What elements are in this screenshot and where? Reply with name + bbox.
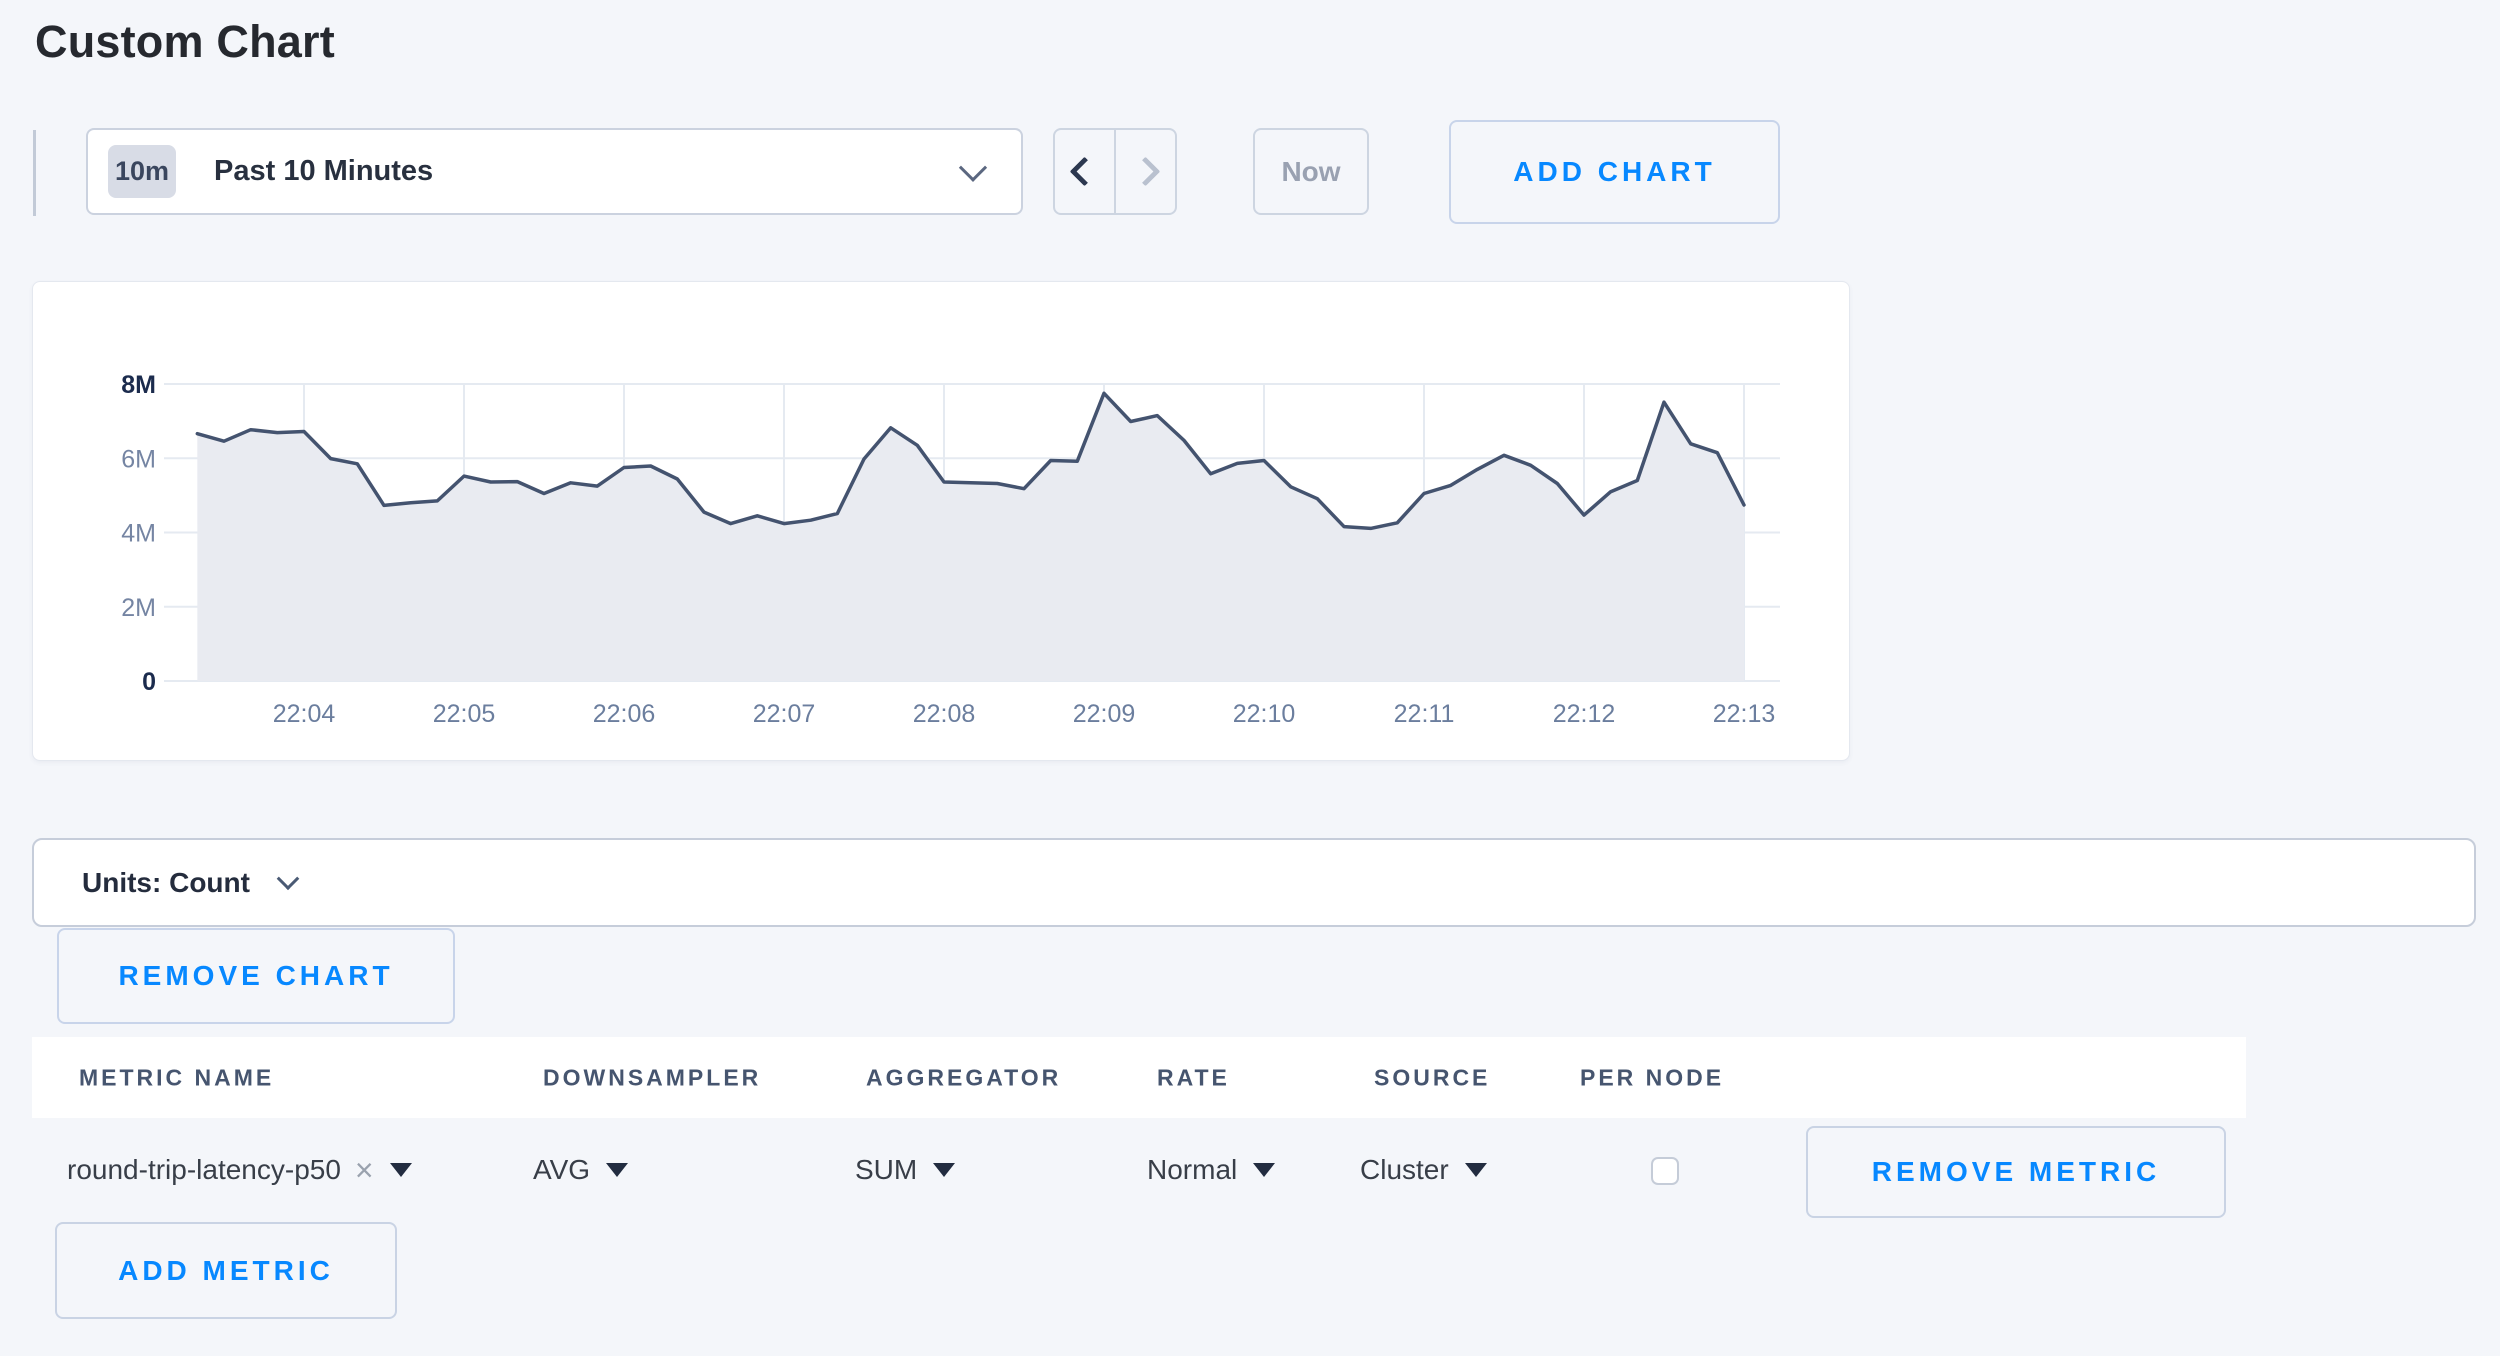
time-step-controls <box>1053 128 1177 215</box>
dropdown-arrow-icon <box>1465 1163 1487 1177</box>
downsampler-select[interactable]: AVG <box>533 1154 628 1186</box>
x-axis-tick: 22:07 <box>753 700 816 728</box>
time-next-button[interactable] <box>1114 130 1175 213</box>
y-axis-tick: 6M <box>121 445 156 473</box>
y-axis-tick: 8M <box>121 371 156 399</box>
now-button[interactable]: Now <box>1253 128 1369 215</box>
timeseries-chart[interactable]: 8M 6M 4M 2M 0 22:04 22:05 22:06 22:07 22:08 22:09 2… <box>33 282 1849 760</box>
dropdown-arrow-icon <box>1253 1163 1275 1177</box>
chevron-left-icon <box>1070 157 1100 187</box>
add-chart-button[interactable]: ADD CHART <box>1449 120 1780 224</box>
x-axis-tick: 22:08 <box>913 700 976 728</box>
source-select[interactable]: Cluster <box>1360 1154 1487 1186</box>
chevron-right-icon <box>1131 157 1161 187</box>
chart-card: 8M 6M 4M 2M 0 22:04 22:05 22:06 22:07 22:08 22:09 2… <box>32 281 1850 761</box>
metric-name-value: round-trip-latency-p50 <box>67 1154 341 1186</box>
time-prev-button[interactable] <box>1055 130 1114 213</box>
toolbar-divider <box>33 130 36 216</box>
remove-metric-button[interactable]: REMOVE METRIC <box>1806 1126 2226 1218</box>
metrics-table-header: METRIC NAME DOWNSAMPLER AGGREGATOR RATE … <box>32 1037 2246 1118</box>
y-axis-tick: 0 <box>142 668 156 696</box>
series-area <box>197 393 1744 681</box>
metric-name-select[interactable]: round-trip-latency-p50 × <box>67 1154 412 1186</box>
time-range-label: Past 10 Minutes <box>214 155 433 188</box>
rate-select[interactable]: Normal <box>1147 1154 1275 1186</box>
x-axis-tick: 22:13 <box>1713 700 1776 728</box>
add-metric-button[interactable]: ADD METRIC <box>55 1222 397 1319</box>
downsampler-value: AVG <box>533 1154 590 1186</box>
column-header-downsampler: DOWNSAMPLER <box>543 1064 761 1091</box>
x-axis-tick: 22:05 <box>433 700 496 728</box>
dropdown-arrow-icon <box>390 1163 412 1177</box>
aggregator-select[interactable]: SUM <box>855 1154 955 1186</box>
y-axis-tick: 2M <box>121 594 156 622</box>
clear-metric-icon[interactable]: × <box>355 1154 374 1186</box>
x-axis-tick: 22:04 <box>273 700 336 728</box>
units-dropdown[interactable]: Units: Count <box>32 838 2476 927</box>
chevron-down-icon <box>277 867 300 890</box>
column-header-rate: RATE <box>1157 1064 1230 1091</box>
x-axis-tick: 22:09 <box>1073 700 1136 728</box>
rate-value: Normal <box>1147 1154 1237 1186</box>
x-axis-tick: 22:10 <box>1233 700 1296 728</box>
column-header-aggregator: AGGREGATOR <box>866 1064 1061 1091</box>
dropdown-arrow-icon <box>933 1163 955 1177</box>
aggregator-value: SUM <box>855 1154 917 1186</box>
time-range-dropdown[interactable]: 10m Past 10 Minutes <box>86 128 1023 215</box>
chevron-down-icon <box>959 153 987 181</box>
dropdown-arrow-icon <box>606 1163 628 1177</box>
x-axis-tick: 22:11 <box>1394 700 1455 728</box>
x-axis-tick: 22:06 <box>593 700 656 728</box>
source-value: Cluster <box>1360 1154 1449 1186</box>
column-header-metric-name: METRIC NAME <box>79 1064 274 1091</box>
time-range-badge: 10m <box>108 145 176 198</box>
column-header-source: SOURCE <box>1374 1064 1490 1091</box>
remove-chart-button[interactable]: REMOVE CHART <box>57 928 455 1024</box>
per-node-checkbox[interactable] <box>1651 1157 1679 1185</box>
page-title: Custom Chart <box>35 16 335 68</box>
y-axis-tick: 4M <box>121 520 156 548</box>
x-axis-tick: 22:12 <box>1553 700 1616 728</box>
units-label: Units: Count <box>82 867 250 899</box>
column-header-per-node: PER NODE <box>1580 1064 1724 1091</box>
